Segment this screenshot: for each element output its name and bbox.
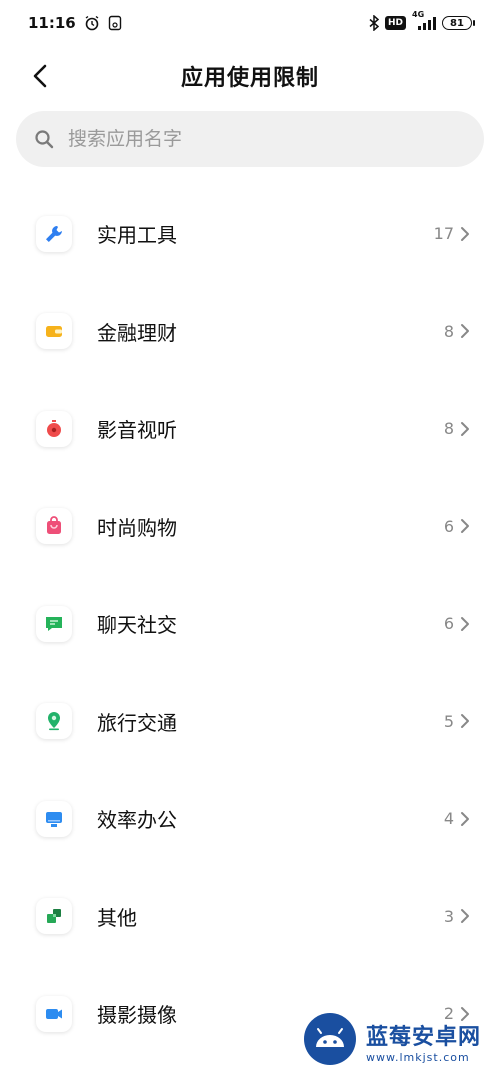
blocks-icon bbox=[36, 898, 72, 935]
page-title: 应用使用限制 bbox=[180, 66, 319, 91]
category-label: 实用工具 bbox=[97, 223, 177, 248]
category-label: 其他 bbox=[97, 905, 137, 930]
app-notification-icon bbox=[108, 15, 122, 31]
search-bar[interactable] bbox=[16, 111, 484, 167]
category-label: 聊天社交 bbox=[97, 613, 177, 638]
category-list: 实用工具 17 金融理财 8 影音视听 8 时尚购物 6 聊天社交 6 旅行交通… bbox=[0, 185, 500, 1063]
status-right: HD 4G 81 bbox=[369, 10, 475, 31]
chat-icon bbox=[36, 605, 72, 642]
category-item-travel[interactable]: 旅行交通 5 bbox=[0, 673, 500, 771]
signal-icon: 4G bbox=[412, 10, 436, 30]
bluetooth-icon bbox=[369, 15, 379, 31]
shopping-bag-icon bbox=[36, 508, 72, 545]
alarm-icon bbox=[84, 15, 100, 31]
category-count: 4 bbox=[443, 809, 454, 829]
watermark-title: 蓝莓安卓网 bbox=[366, 1024, 482, 1050]
monitor-icon bbox=[36, 800, 72, 837]
chevron-right-icon bbox=[460, 908, 470, 924]
category-count: 6 bbox=[443, 516, 454, 536]
watermark-text: 蓝莓安卓网 www.lmkjst.com bbox=[366, 1019, 481, 1064]
category-label: 效率办公 bbox=[97, 808, 177, 833]
media-icon bbox=[36, 410, 72, 447]
location-pin-icon bbox=[36, 703, 72, 740]
category-item-media[interactable]: 影音视听 8 bbox=[0, 380, 500, 478]
wrench-icon bbox=[36, 215, 72, 252]
watermark-logo-icon bbox=[302, 1011, 358, 1071]
category-count: 3 bbox=[443, 906, 454, 926]
category-count: 8 bbox=[443, 321, 454, 341]
search-icon bbox=[34, 129, 54, 149]
back-button[interactable] bbox=[22, 58, 58, 94]
chevron-right-icon bbox=[460, 518, 470, 534]
wallet-icon bbox=[36, 313, 72, 350]
category-item-tools[interactable]: 实用工具 17 bbox=[0, 185, 500, 283]
category-count: 17 bbox=[433, 224, 454, 244]
chevron-left-icon bbox=[33, 64, 47, 88]
search-input[interactable] bbox=[66, 127, 450, 151]
watermark-url: www.lmkjst.com bbox=[366, 1050, 470, 1064]
battery-level: 81 bbox=[450, 17, 464, 29]
hd-badge: HD bbox=[384, 16, 406, 30]
chevron-right-icon bbox=[460, 226, 470, 242]
category-label: 金融理财 bbox=[97, 320, 177, 345]
watermark: 蓝莓安卓网 www.lmkjst.com bbox=[302, 1002, 492, 1080]
category-item-shopping[interactable]: 时尚购物 6 bbox=[0, 478, 500, 576]
status-time: 11:16 bbox=[28, 14, 76, 32]
camera-icon bbox=[36, 995, 72, 1032]
header: 应用使用限制 bbox=[0, 46, 500, 106]
chevron-right-icon bbox=[460, 811, 470, 827]
battery-indicator: 81 bbox=[442, 16, 475, 30]
chevron-right-icon bbox=[460, 421, 470, 437]
network-type: 4G bbox=[412, 10, 425, 19]
category-label: 时尚购物 bbox=[97, 515, 177, 540]
chevron-right-icon bbox=[460, 713, 470, 729]
status-bar: 11:16 HD 4G 81 bbox=[0, 0, 500, 46]
category-count: 5 bbox=[443, 711, 454, 731]
chevron-right-icon bbox=[460, 616, 470, 632]
category-item-finance[interactable]: 金融理财 8 bbox=[0, 283, 500, 381]
category-count: 8 bbox=[443, 419, 454, 439]
category-label: 旅行交通 bbox=[97, 710, 177, 735]
category-label: 影音视听 bbox=[97, 418, 177, 443]
category-count: 6 bbox=[443, 614, 454, 634]
status-left: 11:16 bbox=[28, 14, 122, 32]
category-item-office[interactable]: 效率办公 4 bbox=[0, 770, 500, 868]
category-item-other[interactable]: 其他 3 bbox=[0, 868, 500, 966]
category-item-social[interactable]: 聊天社交 6 bbox=[0, 575, 500, 673]
chevron-right-icon bbox=[460, 323, 470, 339]
